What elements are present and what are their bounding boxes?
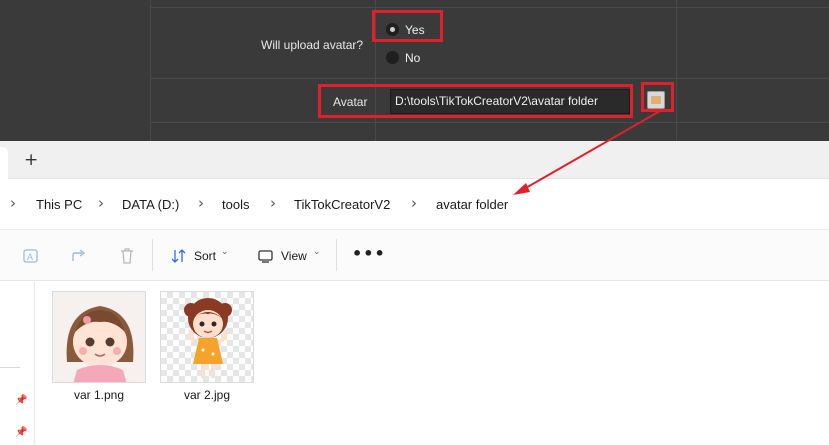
arrow-line <box>523 110 661 190</box>
annotation-arrow <box>513 110 661 195</box>
screenshot: Will upload avatar? Yes No Avatar D:\too… <box>0 0 829 445</box>
arrow-head <box>513 183 530 195</box>
